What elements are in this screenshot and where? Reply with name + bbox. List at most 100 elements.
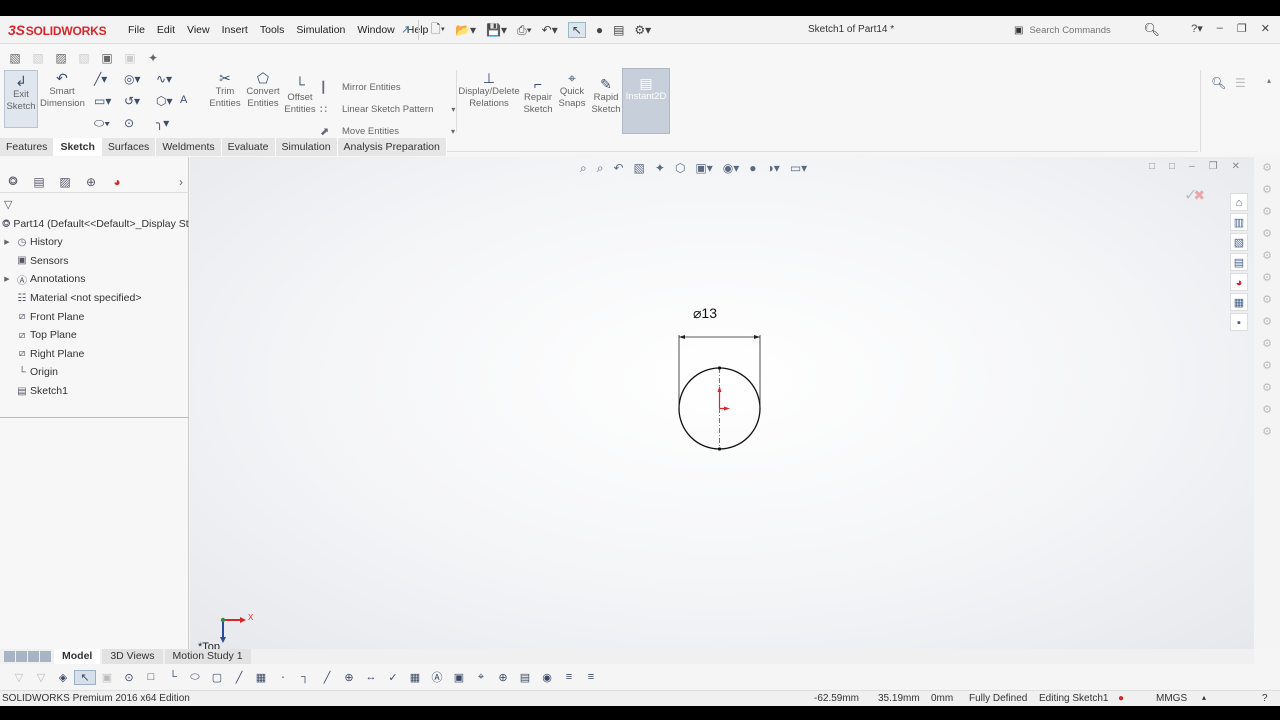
tree-item-history[interactable]: ▶ ◷ History [0,233,189,252]
tree-item-sensors[interactable]: ▣ Sensors [0,252,189,271]
task-pane-icon[interactable]: ⚙ [1254,245,1280,267]
expand-icon[interactable]: ▶ [0,238,14,246]
print-icon[interactable]: ⎙▾ [517,23,532,38]
text-icon[interactable]: A [180,94,187,106]
filter-edges-icon[interactable]: □ [140,671,162,683]
next-tab-icon[interactable] [28,651,39,662]
task-pane-icon[interactable]: ⚙ [1254,223,1280,245]
search-icon[interactable]: 🔍︎ [1143,22,1160,38]
save-icon[interactable]: 💾▾ [486,23,507,37]
tree-root-part[interactable]: ⭗ Part14 (Default<<Default>_Display St [0,215,189,233]
rebuild-status-icon[interactable]: ● [1118,693,1124,704]
repair-sketch-button[interactable]: ⌐ Repair Sketch [522,76,554,116]
chevron-up-icon[interactable]: ▴ [1267,76,1271,85]
tab-model[interactable]: Model [54,649,101,664]
tree-item-material[interactable]: ☷ Material <not specified> [0,289,189,308]
filter-surface-finish-icon[interactable]: ✓ [382,671,404,684]
unit-system[interactable]: MMGS [1156,693,1187,704]
tab-analysis-preparation[interactable]: Analysis Preparation [337,138,447,156]
minimize-icon[interactable]: – [1217,22,1223,35]
graphics-area[interactable]: ⌕ ⌕ ↶ ▧ ✦ ⬡ ▣▾ ◉▾ ● ◑▾ ▭▾ □ □ – ❐ ✕ ✓✖ ⌂… [190,157,1254,653]
task-pane-icon[interactable]: ⚙ [1254,201,1280,223]
filter-notes-icon[interactable]: Ⓐ [426,669,448,685]
filter-sketch-segments-icon[interactable]: ┐ [294,671,316,683]
filter-option-icon[interactable]: ▣ [96,671,118,684]
quadrant-point[interactable] [717,447,722,451]
tree-item-front-plane[interactable]: ⧄ Front Plane [0,307,189,326]
expand-icon[interactable]: ▶ [0,275,14,283]
filter-weld-icon[interactable]: ⌖ [470,671,492,684]
mirror-entities-button[interactable]: ┃ Mirror Entities [320,76,455,98]
task-pane-icon[interactable]: ⚙ [1254,289,1280,311]
filter-toggle-icon[interactable]: ▽ [8,671,30,684]
tree-item-origin[interactable]: └ Origin [0,363,189,382]
task-pane-icon[interactable]: ⚙ [1254,377,1280,399]
units-chevron-up-icon[interactable]: ▴ [1202,693,1206,702]
arc-icon[interactable]: ↺▾ [124,94,140,108]
task-pane-icon[interactable]: ⚙ [1254,333,1280,355]
menu-file[interactable]: File [122,24,151,36]
tree-item-annotations[interactable]: ▶ Ⓐ Annotations [0,270,189,289]
dimension-value[interactable]: ⌀13 [693,305,717,322]
help-status-icon[interactable]: ? [1262,693,1268,704]
configuration-manager-icon[interactable]: ▨ [52,175,78,189]
last-tab-icon[interactable] [40,651,51,662]
help-icon[interactable]: ?▾ [1191,22,1203,35]
circle-icon[interactable]: ◎▾ [124,72,141,86]
tree-item-sketch1[interactable]: ▤ Sketch1 [0,382,189,401]
task-pane-icon[interactable]: ⚙ [1254,355,1280,377]
sketch-toolbar-icon[interactable]: ▧ [8,51,22,65]
close-icon[interactable]: ✕ [1261,22,1270,35]
options-icon[interactable]: ⚙▾ [634,23,651,37]
new-document-icon[interactable]: 🗋▾ [431,20,445,41]
tab-3d-views[interactable]: 3D Views [102,649,163,664]
slot-icon[interactable]: ⬭▾ [94,116,110,131]
rollback-bar[interactable] [0,417,189,418]
menu-tools[interactable]: Tools [254,24,291,36]
filter-datum-icon[interactable]: ▣ [448,671,470,684]
select-cursor-icon[interactable]: ↖ [74,669,96,685]
task-pane-icon[interactable]: ⚙ [1254,399,1280,421]
menu-simulation[interactable]: Simulation [290,24,351,36]
task-pane-icon[interactable]: ⚙ [1254,421,1280,443]
filter-dowel-pin-icon[interactable]: ≡ [558,671,580,683]
filter-faces-icon[interactable]: └ [162,671,184,683]
task-pane-icon[interactable]: ⚙ [1254,157,1280,179]
rebuild-icon[interactable]: ● [596,23,603,37]
filter-dimensions-icon[interactable]: ↔ [360,671,382,683]
task-pane-icon[interactable]: ⚙ [1254,267,1280,289]
tab-evaluate[interactable]: Evaluate [221,138,276,156]
search-input[interactable] [1029,24,1140,36]
pin-icon[interactable]: ↗ [401,23,410,36]
menu-view[interactable]: View [181,24,216,36]
tab-weldments[interactable]: Weldments [156,138,222,156]
tab-simulation[interactable]: Simulation [275,138,338,156]
fillet-icon[interactable]: ╮▾ [156,116,169,130]
filter-geometric-tolerance-icon[interactable]: ▦ [404,671,426,684]
filter-connection-point-icon[interactable]: ≡ [580,671,602,683]
display-delete-relations-button[interactable]: ⊥ Display/Delete Relations [458,70,520,110]
tab-surfaces[interactable]: Surfaces [101,138,157,156]
filter-surface-icon[interactable]: ⬭ [184,671,206,684]
menu-insert[interactable]: Insert [216,24,254,36]
rectangle-icon[interactable]: ▭▾ [94,94,111,108]
filter-icon[interactable]: ▽ [4,198,12,211]
offset-entities-button[interactable]: └ Offset Entities [284,76,316,116]
tree-item-top-plane[interactable]: ⧄ Top Plane [0,326,189,345]
first-tab-icon[interactable] [4,651,15,662]
select-icon[interactable]: ↖ [567,22,586,38]
trim-entities-button[interactable]: ✂ Trim Entities [208,70,242,110]
filter-midpoints-icon[interactable]: ╱ [316,671,338,684]
tool-link-icon[interactable]: ✦ [146,51,160,65]
filter-axes-icon[interactable]: ╱ [228,671,250,684]
filter-blocks-icon[interactable]: ◉ [536,671,558,684]
exit-sketch-button[interactable]: ↲ Exit Sketch [4,70,38,128]
menu-edit[interactable]: Edit [151,24,181,36]
tab-motion-study[interactable]: Motion Study 1 [164,649,251,664]
line-icon[interactable]: ╱▾ [94,72,107,86]
property-manager-icon[interactable]: ▤ [26,175,52,189]
display-manager-icon[interactable]: ◕ [104,175,130,189]
task-pane-icon[interactable]: ⚙ [1254,179,1280,201]
chevron-down-icon[interactable]: ▾ [451,127,455,136]
tree-item-right-plane[interactable]: ⧄ Right Plane [0,345,189,364]
